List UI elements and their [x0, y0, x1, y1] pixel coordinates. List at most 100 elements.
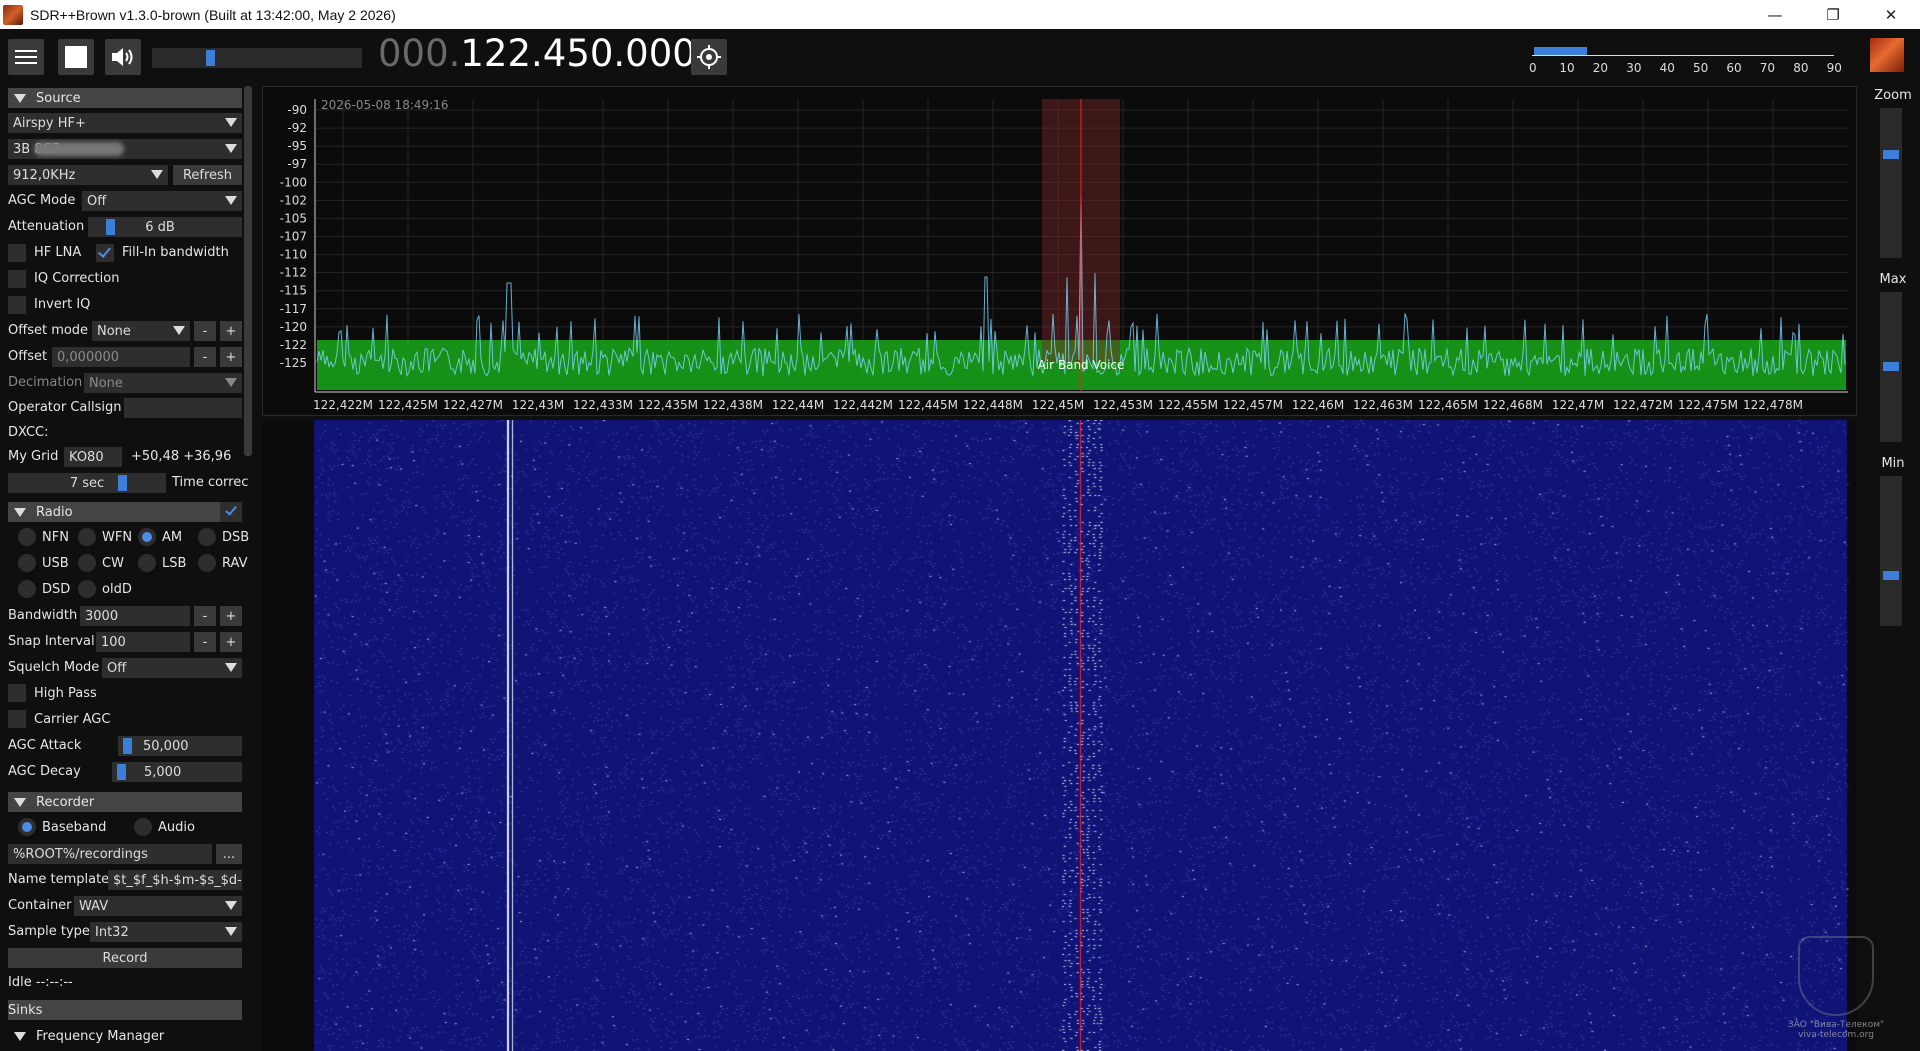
agc-decay-slider[interactable]: 5,000	[112, 762, 242, 782]
recorder-header[interactable]: Recorder	[8, 792, 242, 812]
dxcc-label: DXCC:	[8, 425, 49, 440]
device-select[interactable]: Airspy HF+	[8, 113, 242, 133]
record-button[interactable]: Record	[8, 948, 242, 968]
high-pass-checkbox[interactable]	[8, 684, 26, 702]
minimize-button[interactable]: —	[1746, 0, 1804, 29]
sample-type-select[interactable]: Int32	[90, 922, 242, 942]
source-header[interactable]: Source	[8, 88, 242, 108]
container-select[interactable]: WAV	[74, 896, 242, 916]
agc-mode-select[interactable]: Off	[82, 191, 242, 211]
min-slider[interactable]	[1880, 476, 1902, 626]
decimation-select[interactable]: None	[84, 373, 242, 393]
mode-radio-raw[interactable]	[198, 554, 216, 572]
name-template-input[interactable]: $t_$f_$h-$m-$s_$d-$	[108, 870, 242, 890]
mode-radio-cw[interactable]	[78, 554, 96, 572]
recording-path-input[interactable]: %ROOT%/recordings	[8, 844, 212, 864]
offset-input[interactable]: 0,000000	[52, 347, 190, 367]
waterfall[interactable]	[262, 420, 1857, 1051]
slider-grip[interactable]	[123, 738, 132, 754]
agc-attack-slider[interactable]: 50,000	[118, 736, 242, 756]
db-tick-label: -92	[287, 121, 307, 135]
audio-radio[interactable]	[134, 818, 152, 836]
grid-input[interactable]: KO80	[64, 447, 122, 467]
invert-iq-checkbox[interactable]	[8, 296, 26, 314]
radio-header[interactable]: Radio	[8, 502, 242, 522]
carrier-agc-checkbox[interactable]	[8, 710, 26, 728]
offset-mode-plus[interactable]: +	[220, 321, 242, 341]
mode-radio-wfm[interactable]	[78, 528, 96, 546]
offset-minus[interactable]: -	[194, 347, 216, 367]
attenuation-slider[interactable]: 6 dB	[88, 217, 242, 237]
stop-button[interactable]	[58, 39, 94, 75]
mode-radio-lsb[interactable]	[138, 554, 156, 572]
db-tick-label: -125	[280, 356, 307, 370]
offset-mode-label: Offset mode	[8, 323, 89, 338]
refresh-button[interactable]: Refresh	[173, 165, 242, 185]
offset-mode-select[interactable]: None	[92, 321, 190, 341]
snr-tick-label: 10	[1559, 61, 1575, 75]
serial-select[interactable]: 3B 8C7	[8, 139, 242, 159]
slider-grip[interactable]	[1883, 362, 1899, 371]
slider-grip[interactable]	[118, 475, 127, 491]
bandwidth-input[interactable]: 3000	[80, 606, 190, 626]
frequency-manager-header[interactable]: Frequency Manager	[8, 1026, 242, 1046]
mode-radio-usb[interactable]	[18, 554, 36, 572]
mute-button[interactable]	[105, 39, 141, 75]
snr-tick-label: 80	[1793, 61, 1809, 75]
collapse-icon	[14, 93, 26, 103]
volume-slider[interactable]	[152, 48, 362, 68]
frequency-digits[interactable]: 122.450.000	[460, 32, 695, 75]
spectrum-view[interactable]: -90 -92 -95 -97 -100 -102 -105 -107 -110 -112 -115…	[262, 86, 1857, 1051]
bandwidth-minus[interactable]: -	[194, 606, 216, 626]
menu-button[interactable]	[8, 39, 44, 75]
iq-correction-checkbox[interactable]	[8, 270, 26, 288]
center-tuning-button[interactable]	[691, 39, 727, 75]
volume-grip[interactable]	[206, 50, 215, 66]
frequency-display[interactable]: 000.122.450.000	[378, 32, 696, 75]
snap-minus[interactable]: -	[194, 632, 216, 652]
db-tick-label: -105	[280, 211, 307, 225]
mode-radio-dsd[interactable]	[18, 580, 36, 598]
db-tick-label: -117	[280, 302, 307, 316]
mode-radio-dsb[interactable]	[198, 528, 216, 546]
callsign-input[interactable]	[124, 398, 242, 418]
fft-plot[interactable]: -90 -92 -95 -97 -100 -102 -105 -107 -110 -112 -115…	[262, 86, 1857, 416]
snr-tick-label: 40	[1659, 61, 1675, 75]
max-slider[interactable]	[1880, 292, 1902, 442]
mode-radio-olddsd[interactable]	[78, 580, 96, 598]
mode-label: WFN	[102, 530, 133, 545]
offset-mode-minus[interactable]: -	[194, 321, 216, 341]
sinks-header[interactable]: Sinks	[8, 1000, 242, 1020]
radio-enable-checkbox[interactable]	[220, 502, 242, 522]
squelch-mode-select[interactable]: Off	[102, 658, 242, 678]
snap-interval-input[interactable]: 100	[96, 632, 190, 652]
zoom-slider[interactable]	[1880, 108, 1902, 258]
zoom-label: Zoom	[1874, 88, 1912, 103]
mode-radio-am[interactable]	[138, 528, 156, 546]
db-tick-label: -120	[280, 320, 307, 334]
close-button[interactable]: ✕	[1862, 0, 1920, 29]
chevron-down-icon	[225, 927, 237, 936]
left-panel-scrollbar[interactable]	[244, 86, 252, 456]
squelch-mode-label: Squelch Mode	[8, 660, 100, 675]
slider-grip[interactable]	[1883, 571, 1899, 581]
slider-grip[interactable]	[1883, 150, 1899, 159]
slider-grip[interactable]	[117, 764, 126, 780]
time-correction-slider[interactable]: 7 sec	[8, 473, 166, 493]
bandwidth-plus[interactable]: +	[220, 606, 242, 626]
fill-in-checkbox[interactable]	[96, 244, 114, 262]
browse-button[interactable]: ...	[216, 844, 242, 864]
snap-plus[interactable]: +	[220, 632, 242, 652]
baseband-radio[interactable]	[18, 818, 36, 836]
hf-lna-checkbox[interactable]	[8, 244, 26, 262]
mode-radio-nfm[interactable]	[18, 528, 36, 546]
title-bar: SDR++Brown v1.3.0-brown (Built at 13:42:…	[0, 0, 1920, 29]
slider-grip[interactable]	[106, 219, 115, 235]
db-tick-label: -115	[280, 284, 307, 298]
snr-level-bar	[1534, 47, 1588, 55]
frequency-dim-digits[interactable]: 000.	[378, 32, 460, 75]
restore-button[interactable]: ❐	[1804, 0, 1862, 29]
offset-plus[interactable]: +	[220, 347, 242, 367]
samplerate-select[interactable]: 912,0KHz	[8, 165, 168, 185]
decimation-label: Decimation	[8, 375, 83, 390]
